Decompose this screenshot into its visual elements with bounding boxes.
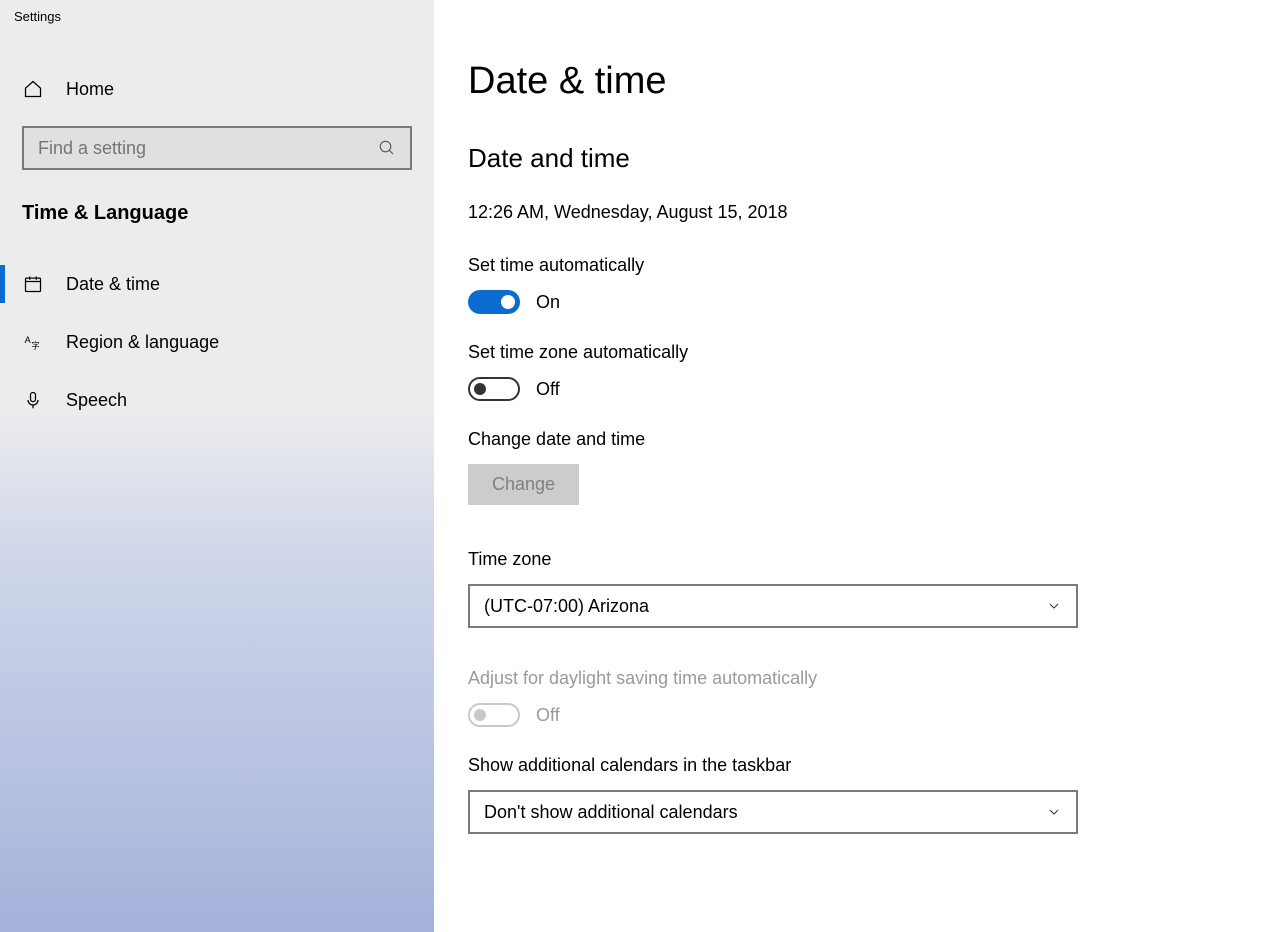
set-time-auto-toggle[interactable]	[468, 290, 520, 314]
home-nav[interactable]: Home	[0, 60, 434, 118]
sidebar-items: Date & time A字 Region & language Speech	[0, 243, 434, 429]
chevron-down-icon	[1046, 804, 1062, 820]
page-title: Date & time	[468, 60, 1248, 103]
dst-toggle	[468, 703, 520, 727]
window-title: Settings	[0, 9, 61, 24]
sidebar: Home Time & Language Date & time A字 Regi…	[0, 0, 434, 932]
home-label: Home	[66, 79, 114, 100]
change-dt-label: Change date and time	[468, 429, 1248, 450]
set-tz-auto-toggle[interactable]	[468, 377, 520, 401]
svg-text:字: 字	[31, 341, 39, 351]
current-datetime: 12:26 AM, Wednesday, August 15, 2018	[468, 202, 1248, 223]
search-icon	[378, 139, 396, 157]
timezone-value: (UTC-07:00) Arizona	[484, 596, 649, 617]
sidebar-item-region-language[interactable]: A字 Region & language	[0, 313, 434, 371]
sidebar-item-speech[interactable]: Speech	[0, 371, 434, 429]
sidebar-item-label: Region & language	[66, 332, 219, 353]
search-wrap	[22, 126, 412, 170]
category-title: Time & Language	[0, 188, 434, 243]
addl-cal-dropdown[interactable]: Don't show additional calendars	[468, 790, 1078, 834]
addl-cal-block: Show additional calendars in the taskbar…	[468, 755, 1248, 834]
timezone-block: Time zone (UTC-07:00) Arizona	[468, 549, 1248, 628]
home-icon	[22, 79, 44, 99]
addl-cal-value: Don't show additional calendars	[484, 802, 738, 823]
section-title: Date and time	[468, 143, 1248, 174]
search-input[interactable]	[38, 138, 378, 159]
change-dt-block: Change date and time Change	[468, 429, 1248, 505]
main-content: Date & time Date and time 12:26 AM, Wedn…	[434, 0, 1282, 932]
set-tz-auto-state: Off	[536, 379, 560, 400]
dst-block: Adjust for daylight saving time automati…	[468, 668, 1248, 727]
titlebar: Settings	[0, 0, 1282, 32]
microphone-icon	[22, 389, 44, 411]
search-box[interactable]	[22, 126, 412, 170]
language-icon: A字	[22, 332, 44, 352]
addl-cal-label: Show additional calendars in the taskbar	[468, 755, 1248, 776]
dst-label: Adjust for daylight saving time automati…	[468, 668, 1248, 689]
calendar-icon	[22, 274, 44, 294]
sidebar-item-label: Speech	[66, 390, 127, 411]
set-time-auto-label: Set time automatically	[468, 255, 1248, 276]
dst-state: Off	[536, 705, 560, 726]
set-time-auto-state: On	[536, 292, 560, 313]
change-button[interactable]: Change	[468, 464, 579, 505]
sidebar-item-date-time[interactable]: Date & time	[0, 255, 434, 313]
set-tz-auto-block: Set time zone automatically Off	[468, 342, 1248, 401]
set-tz-auto-label: Set time zone automatically	[468, 342, 1248, 363]
sidebar-item-label: Date & time	[66, 274, 160, 295]
timezone-label: Time zone	[468, 549, 1248, 570]
chevron-down-icon	[1046, 598, 1062, 614]
set-time-auto-block: Set time automatically On	[468, 255, 1248, 314]
timezone-dropdown[interactable]: (UTC-07:00) Arizona	[468, 584, 1078, 628]
